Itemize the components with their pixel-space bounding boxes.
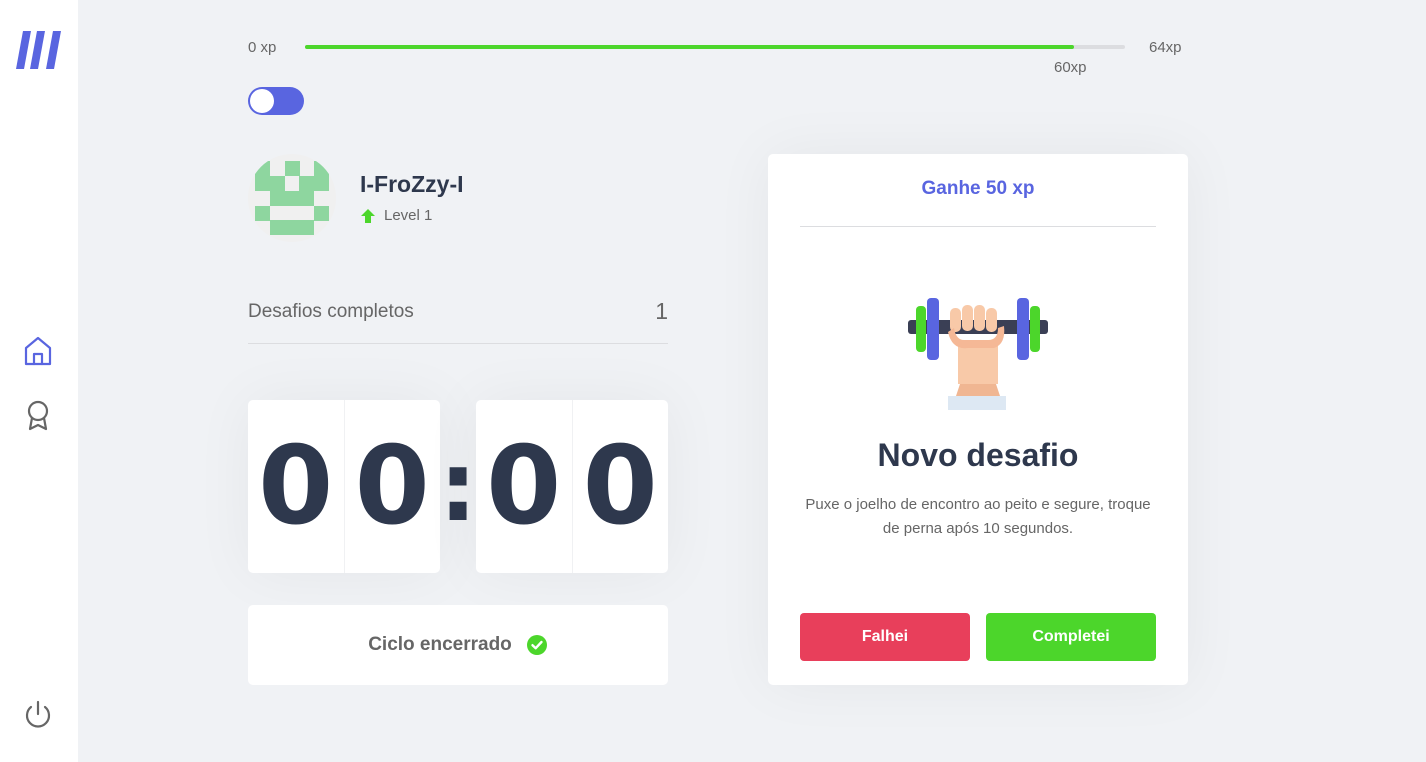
complete-button[interactable]: Completei	[986, 613, 1156, 661]
cycle-finished-button[interactable]: Ciclo encerrado	[248, 605, 668, 685]
xp-min-label: 0 xp	[248, 39, 277, 56]
fail-button[interactable]: Falhei	[800, 613, 970, 661]
completed-challenges-label: Desafios completos	[248, 301, 414, 322]
level-label: Level 1	[384, 207, 433, 224]
minute-ones-digit: 0	[354, 424, 430, 549]
challenge-title: Novo desafio	[877, 437, 1079, 473]
sidebar	[0, 0, 78, 762]
challenge-xp-reward: Ganhe 50 xp	[800, 178, 1156, 227]
arrow-up-icon	[361, 208, 375, 223]
second-ones-digit: 0	[582, 424, 658, 549]
username: I-FroZzy-I	[360, 171, 464, 197]
identicon-image	[255, 161, 329, 235]
check-circle-icon	[526, 635, 547, 655]
dumbbell-icon	[908, 298, 1048, 410]
home-icon[interactable]	[22, 335, 54, 367]
power-icon[interactable]	[22, 699, 54, 731]
xp-progress-bar	[305, 45, 1125, 49]
toggle-knob	[250, 89, 274, 113]
level-indicator: Level 1	[360, 207, 432, 224]
challenge-description: Puxe o joelho de encontro ao peito e seg…	[805, 496, 1151, 537]
second-tens-digit: 0	[476, 400, 573, 573]
logo-icon[interactable]	[15, 29, 63, 71]
countdown-seconds: 0 0	[476, 400, 668, 573]
completed-challenges: Desafios completos 1	[248, 298, 668, 344]
challenge-card: Ganhe 50 xp Novo desafio Puxe o joelho d…	[768, 154, 1188, 685]
minute-tens-digit: 0	[248, 400, 345, 573]
xp-progress-fill	[305, 45, 1074, 49]
avatar	[248, 154, 336, 242]
countdown-minutes: 0 0	[248, 400, 440, 573]
completed-challenges-count: 1	[655, 298, 668, 324]
countdown-separator: :	[438, 430, 478, 543]
xp-max-label: 64xp	[1149, 39, 1182, 56]
xp-current-label: 60xp	[1054, 59, 1087, 76]
main-content: 0 xp 64xp 60xp I-FroZzy-I Level 1 Desafi…	[78, 0, 1426, 762]
theme-toggle[interactable]	[248, 87, 304, 115]
award-icon[interactable]	[22, 399, 54, 431]
cycle-finished-label: Ciclo encerrado	[368, 634, 512, 655]
